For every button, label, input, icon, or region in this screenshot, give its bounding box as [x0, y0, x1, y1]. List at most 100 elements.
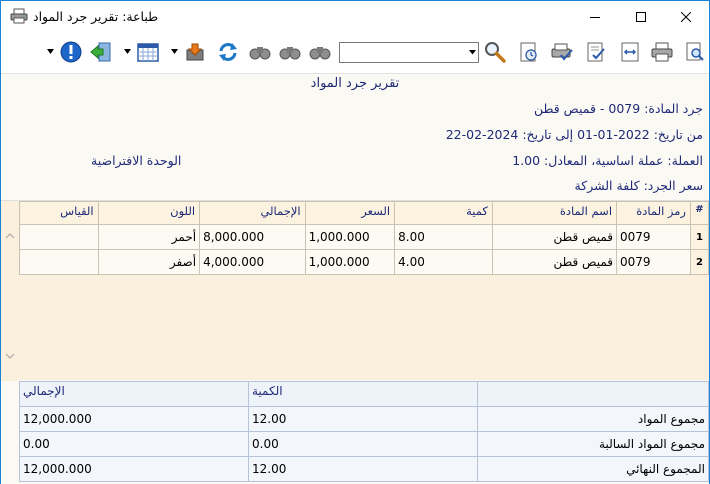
summary-total: 12,000.000 — [19, 406, 249, 432]
summary-row: 0.00 0.00 مجموع المواد السالبة — [19, 431, 709, 457]
toolbar — [1, 32, 709, 74]
chevron-up-icon[interactable] — [5, 233, 15, 239]
col-hash[interactable]: # — [689, 201, 710, 225]
summary-header-label — [477, 381, 709, 407]
find-next-button[interactable] — [307, 39, 333, 65]
binoculars-next-icon — [309, 47, 331, 60]
exit-button[interactable] — [89, 39, 115, 65]
col-total[interactable]: الإجمالي — [199, 201, 306, 225]
summary-label: مجموع المواد السالبة — [477, 431, 709, 457]
cell-code[interactable]: 0079 — [616, 249, 691, 275]
cell-rownum[interactable]: 1 — [689, 224, 710, 250]
fit-width-button[interactable] — [617, 39, 643, 65]
col-size[interactable]: القياس — [19, 201, 99, 225]
vertical-scrollbar[interactable] — [1, 201, 18, 381]
exit-icon — [90, 42, 111, 62]
search-input[interactable] — [340, 43, 466, 62]
info-icon — [60, 41, 82, 63]
summary-total: 0.00 — [19, 431, 249, 457]
cell-size[interactable] — [19, 249, 99, 275]
printer-icon — [10, 8, 28, 24]
print-icon — [651, 42, 673, 62]
cell-code[interactable]: 0079 — [616, 224, 691, 250]
material-line: جرد المادة: 0079 - قميص قطن — [533, 101, 703, 116]
cell-rownum[interactable]: 2 — [689, 249, 710, 275]
unit-line: الوحدة الافتراضية — [91, 153, 182, 168]
col-color[interactable]: اللون — [97, 201, 201, 225]
calendar-button[interactable] — [135, 39, 161, 65]
date-line: من تاريخ: 2022-01-01 إلى تاريخ: 2024-02-… — [445, 127, 703, 142]
cell-color[interactable]: أحمر — [97, 224, 201, 250]
print-button[interactable] — [649, 39, 675, 65]
title-bar: طباعة: تقرير جرد المواد — [1, 1, 709, 32]
maximize-icon — [636, 11, 646, 22]
export-button[interactable] — [516, 39, 542, 65]
cell-size[interactable] — [19, 224, 99, 250]
cell-total[interactable]: 8,000.000 — [199, 224, 306, 250]
cell-name[interactable]: قميص قطن — [491, 249, 618, 275]
search-button[interactable] — [482, 39, 508, 65]
cell-name[interactable]: قميص قطن — [491, 224, 618, 250]
minimize-icon — [590, 16, 600, 18]
refresh-button[interactable] — [215, 39, 241, 65]
summary-qty: 0.00 — [248, 431, 478, 457]
cell-qty[interactable]: 8.00 — [394, 224, 493, 250]
grid-table: القياس اللون الإجمالي السعر كمية اسم الم… — [19, 201, 710, 275]
cell-price[interactable]: 1,000.000 — [304, 224, 396, 250]
search-icon — [485, 42, 506, 63]
grid-header-row: القياس اللون الإجمالي السعر كمية اسم الم… — [19, 201, 710, 225]
summary-qty: 12.00 — [248, 406, 478, 432]
chevron-down-icon[interactable] — [5, 353, 15, 359]
find-button[interactable] — [277, 39, 303, 65]
cell-color[interactable]: أصفر — [97, 249, 201, 275]
summary-header-total: الإجمالي — [19, 381, 249, 407]
cell-total[interactable]: 4,000.000 — [199, 249, 306, 275]
print-setup-button[interactable] — [549, 39, 575, 65]
col-name[interactable]: اسم المادة — [491, 201, 618, 225]
cell-price[interactable]: 1,000.000 — [304, 249, 396, 275]
summary-total: 12,000.000 — [19, 456, 249, 482]
print-window: طباعة: تقرير جرد المواد تقرير جرد المواد… — [0, 0, 710, 484]
close-button[interactable] — [663, 1, 709, 32]
window-title: طباعة: تقرير جرد المواد — [33, 9, 159, 24]
table-row[interactable]: أحمر 8,000.000 1,000.000 8.00 قميص قطن 0… — [19, 224, 710, 250]
chevron-down-icon[interactable] — [47, 49, 54, 55]
binoculars-icon — [279, 47, 301, 60]
find-prev-button[interactable] — [247, 39, 273, 65]
close-icon — [681, 11, 691, 22]
search-combobox[interactable] — [339, 42, 479, 63]
print-check-icon — [587, 42, 605, 62]
summary-qty: 12.00 — [248, 456, 478, 482]
chevron-down-icon[interactable] — [469, 50, 476, 55]
calendar-icon — [137, 43, 159, 62]
data-grid: القياس اللون الإجمالي السعر كمية اسم الم… — [1, 200, 710, 381]
info-button[interactable] — [58, 39, 84, 65]
print-check-button[interactable] — [583, 39, 609, 65]
col-code[interactable]: رمز المادة — [616, 201, 691, 225]
cell-qty[interactable]: 4.00 — [394, 249, 493, 275]
refresh-icon — [219, 43, 237, 61]
report-title: تقرير جرد المواد — [310, 76, 400, 91]
export-file-icon — [186, 43, 204, 61]
chevron-down-icon[interactable] — [171, 49, 178, 55]
export-icon — [520, 42, 537, 62]
print-setup-icon — [551, 43, 573, 61]
chevron-down-icon[interactable] — [124, 49, 131, 55]
summary-header-row: الإجمالي الكمية — [19, 381, 709, 407]
summary-table: الإجمالي الكمية 12,000.000 12.00 مجموع ا… — [19, 381, 709, 482]
summary-row: 12,000.000 12.00 مجموع المواد — [19, 406, 709, 432]
maximize-button[interactable] — [618, 1, 664, 32]
fit-width-icon — [621, 42, 639, 62]
print-preview-button[interactable] — [682, 39, 708, 65]
minimize-button[interactable] — [572, 1, 618, 32]
col-price[interactable]: السعر — [304, 201, 396, 225]
summary-header-qty: الكمية — [248, 381, 478, 407]
summary-label: مجموع المواد — [477, 406, 709, 432]
table-row[interactable]: أصفر 4,000.000 1,000.000 4.00 قميص قطن 0… — [19, 249, 710, 275]
report-area: تقرير جرد المواد جرد المادة: 0079 - قميص… — [1, 74, 710, 484]
binoculars-prev-icon — [249, 47, 271, 60]
export-file-button[interactable] — [182, 39, 208, 65]
price-line: سعر الجرد: كلفة الشركة — [574, 178, 703, 193]
col-qty[interactable]: كمية — [394, 201, 493, 225]
currency-line: العملة: عملة اساسية، المعادل: 1.00 — [512, 153, 703, 168]
